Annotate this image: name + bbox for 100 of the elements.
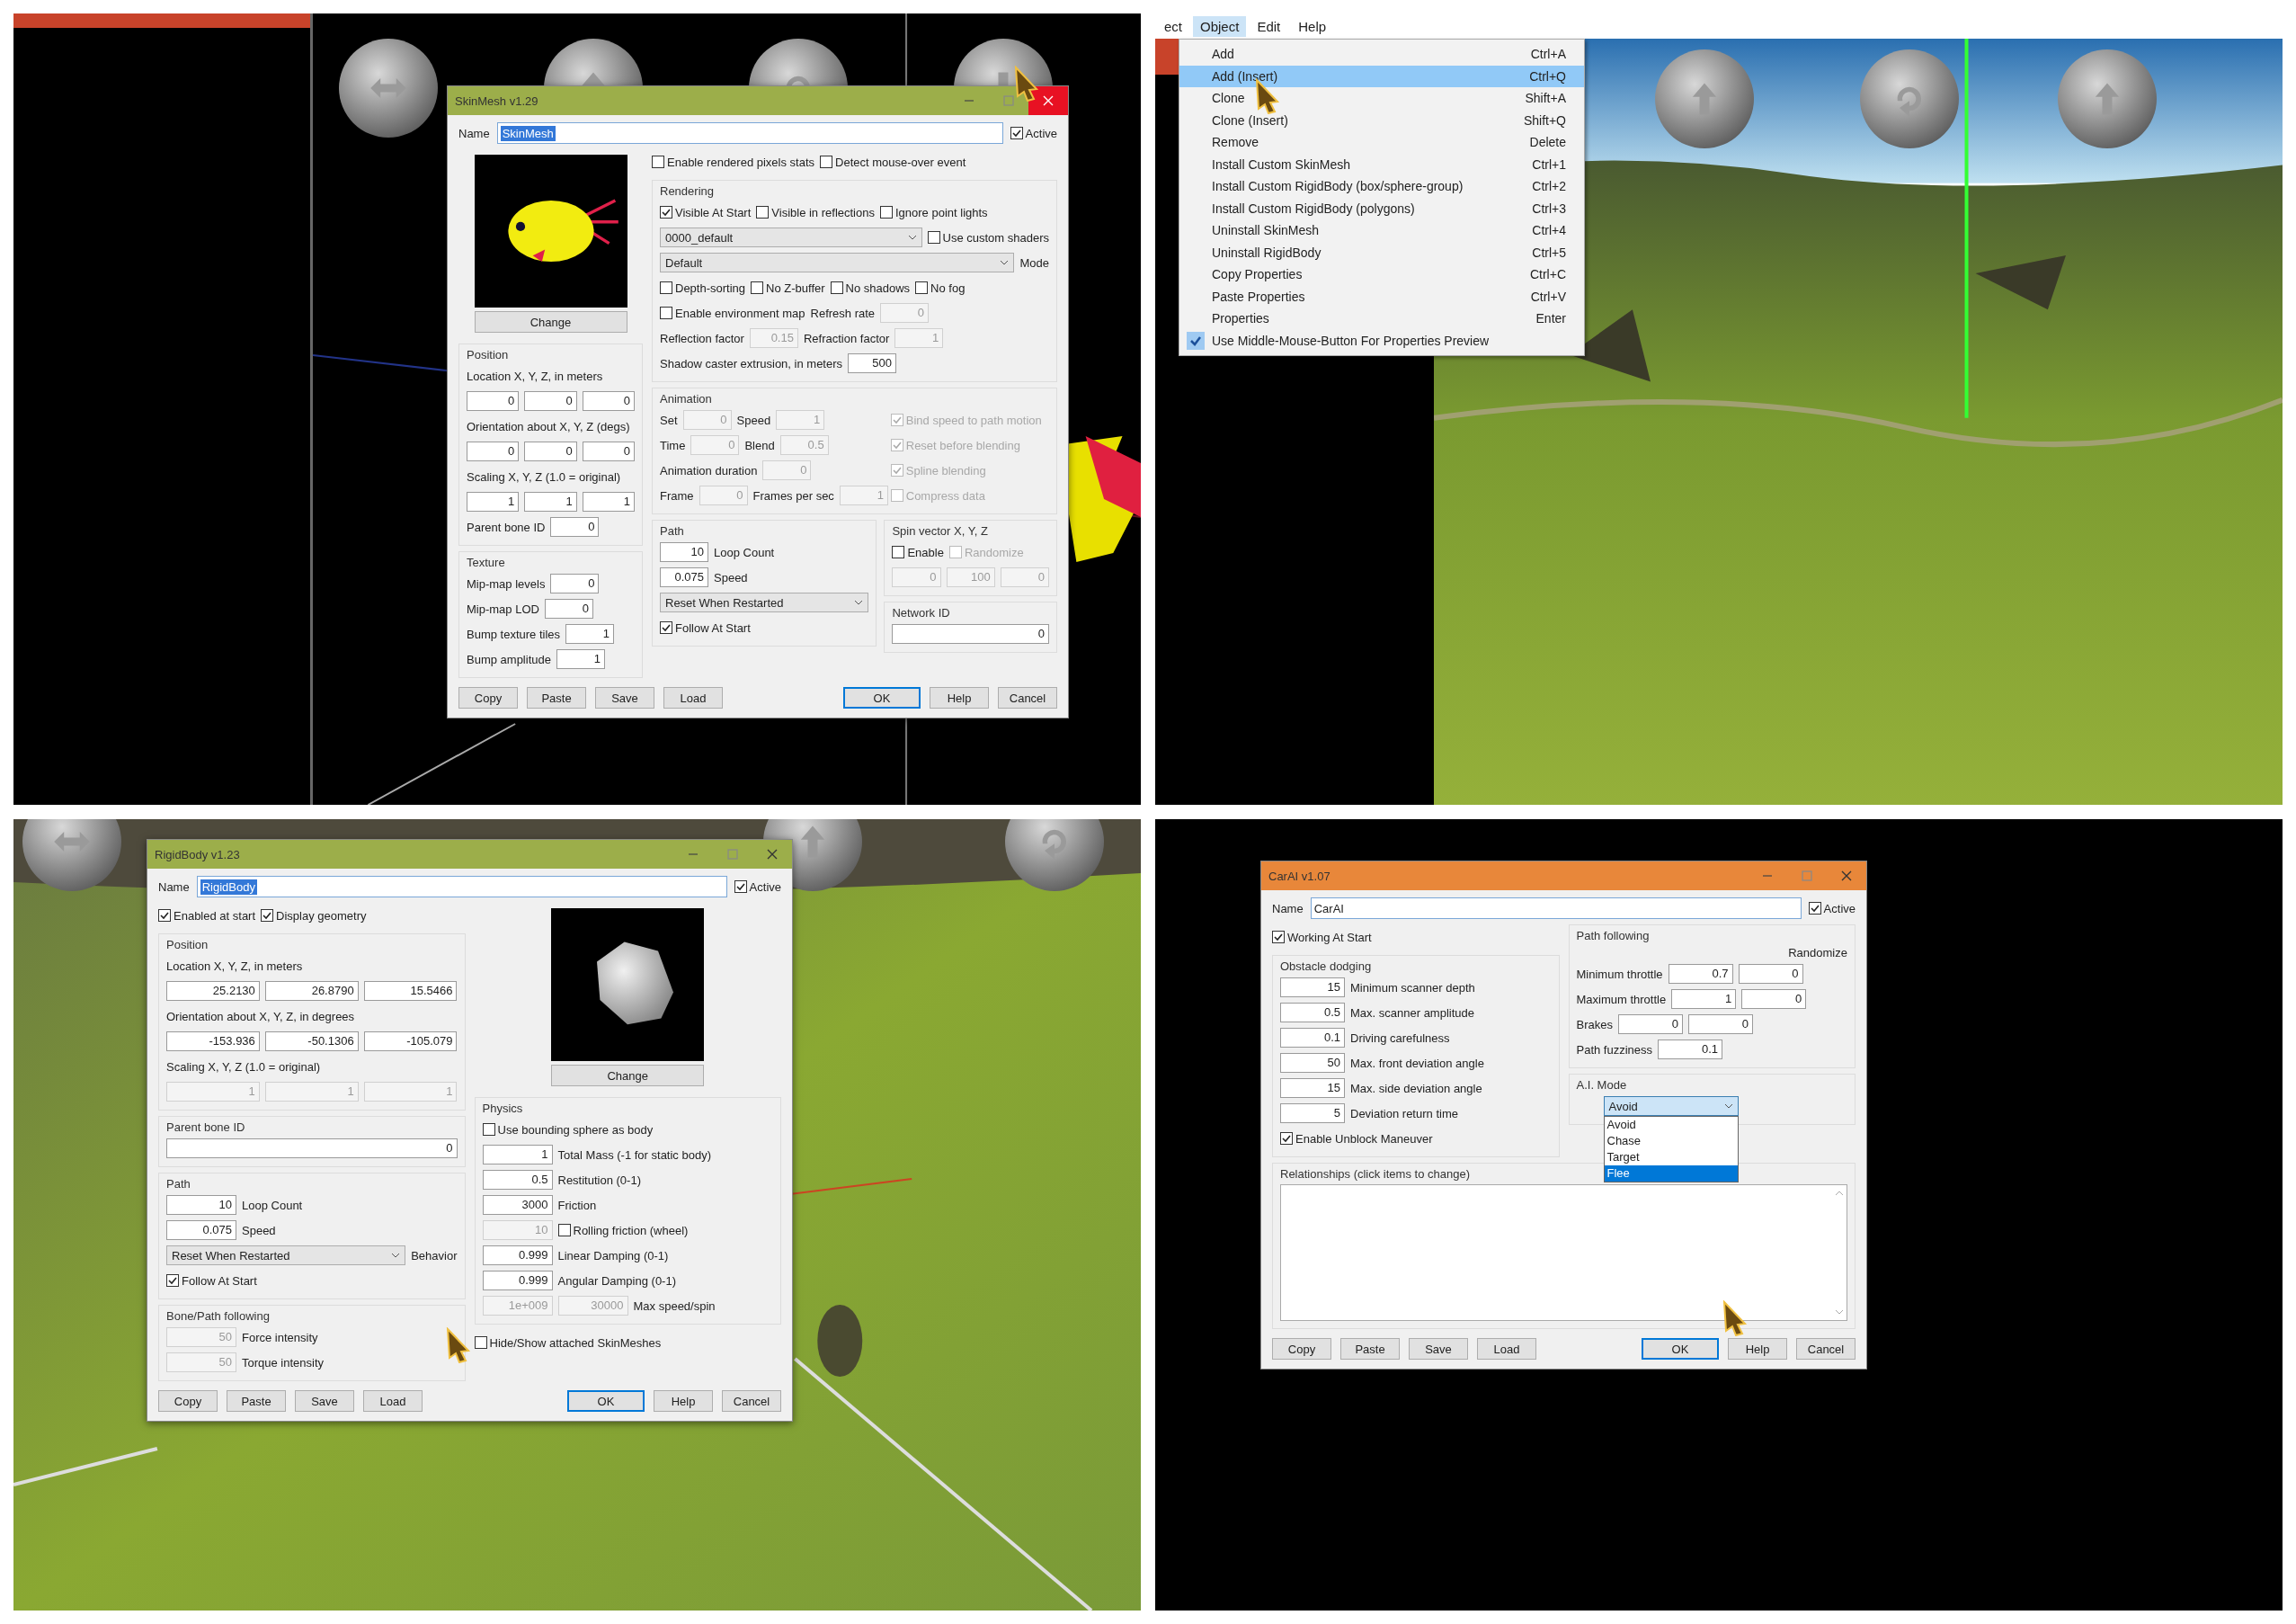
dialog-button[interactable]: Paste: [527, 687, 586, 709]
number-field[interactable]: 0.075: [166, 1220, 236, 1240]
number-field[interactable]: 15.5466: [363, 981, 458, 1001]
menu-item[interactable]: Clone (Insert) Shift+Q: [1179, 109, 1584, 131]
dropdown-option[interactable]: Avoid: [1604, 1117, 1738, 1133]
number-field[interactable]: 1: [565, 624, 615, 644]
checkbox[interactable]: No shadows: [830, 281, 911, 295]
dialog-button[interactable]: Save: [1409, 1338, 1468, 1360]
number-field[interactable]: 1: [482, 1145, 553, 1164]
dropdown[interactable]: Reset When Restarted: [660, 593, 869, 612]
name-field[interactable]: SkinMesh: [496, 122, 1003, 144]
number-field[interactable]: 26.8790: [264, 981, 359, 1001]
number-field[interactable]: 3000: [482, 1195, 553, 1215]
dialog-button[interactable]: Help: [1728, 1338, 1787, 1360]
dialog-button[interactable]: Help: [930, 687, 989, 709]
checkbox[interactable]: Use custom shaders: [927, 230, 1049, 245]
menu-item[interactable]: Paste Properties Ctrl+V: [1179, 285, 1584, 308]
checkbox[interactable]: Follow At Start: [660, 620, 751, 635]
number-field[interactable]: 0: [550, 574, 600, 593]
checkbox[interactable]: Active: [734, 879, 781, 894]
dialog-button[interactable]: Cancel: [722, 1390, 781, 1412]
menu-item[interactable]: Uninstall RigidBody Ctrl+5: [1179, 241, 1584, 263]
number-field[interactable]: 1: [582, 492, 635, 512]
dialog-button[interactable]: OK: [1642, 1338, 1719, 1360]
number-field[interactable]: 0: [467, 391, 520, 411]
number-field[interactable]: 0.999: [482, 1245, 553, 1265]
number-field[interactable]: 0: [166, 1138, 458, 1158]
number-field[interactable]: 1: [467, 492, 520, 512]
number-field[interactable]: 0: [892, 624, 1049, 644]
menu-item[interactable]: ect: [1157, 15, 1189, 37]
dialog-button[interactable]: OK: [843, 687, 921, 709]
dropdown-option[interactable]: Chase: [1604, 1133, 1738, 1149]
dropdown[interactable]: 0000_default: [660, 228, 922, 247]
number-field[interactable]: 50: [1280, 1053, 1345, 1073]
number-field[interactable]: 15: [1280, 1078, 1345, 1098]
dialog-button[interactable]: Copy: [1272, 1338, 1331, 1360]
number-field[interactable]: 0: [524, 391, 577, 411]
menu-item[interactable]: Use Middle-Mouse-Button For Properties Preview: [1179, 329, 1584, 352]
menu-item[interactable]: Object: [1193, 15, 1247, 37]
change-button[interactable]: Change: [551, 1065, 705, 1086]
name-field[interactable]: RigidBody: [196, 876, 727, 897]
number-field[interactable]: 0.1: [1280, 1028, 1345, 1048]
number-field[interactable]: 25.2130: [166, 981, 260, 1001]
dialog-button[interactable]: Paste: [227, 1390, 286, 1412]
name-field[interactable]: CarAI: [1310, 897, 1802, 919]
number-field[interactable]: 0: [582, 391, 635, 411]
number-field[interactable]: 0: [582, 442, 635, 461]
dropdown[interactable]: Avoid: [1603, 1096, 1739, 1116]
checkbox[interactable]: Display geometry: [261, 908, 367, 923]
checkbox[interactable]: Use bounding sphere as body: [482, 1122, 654, 1137]
checkbox[interactable]: Detect mouse-over event: [820, 155, 966, 169]
number-field[interactable]: 0: [1738, 964, 1803, 984]
dialog-button[interactable]: Copy: [158, 1390, 218, 1412]
menu-item[interactable]: Clone Shift+A: [1179, 87, 1584, 110]
number-field[interactable]: 0.5: [482, 1170, 553, 1190]
number-field[interactable]: 1: [524, 492, 577, 512]
number-field[interactable]: 1: [1671, 989, 1737, 1009]
dialog-button[interactable]: Load: [663, 687, 723, 709]
number-field[interactable]: 0: [1617, 1014, 1683, 1034]
number-field[interactable]: 0.075: [660, 567, 708, 587]
number-field[interactable]: 0.7: [1668, 964, 1733, 984]
menu-item[interactable]: Install Custom RigidBody (box/sphere-group) Ctrl+2: [1179, 175, 1584, 198]
number-field[interactable]: 1: [556, 649, 605, 669]
dialog-button[interactable]: Save: [295, 1390, 354, 1412]
checkbox[interactable]: Enable environment map: [660, 306, 805, 320]
number-field[interactable]: -153.936: [166, 1031, 260, 1051]
number-field[interactable]: 0: [1741, 989, 1807, 1009]
checkbox[interactable]: Visible At Start: [660, 205, 752, 219]
number-field[interactable]: 0: [1687, 1014, 1753, 1034]
dialog-button[interactable]: Save: [595, 687, 654, 709]
menu-item[interactable]: Install Custom RigidBody (polygons) Ctrl+3: [1179, 197, 1584, 219]
checkbox[interactable]: Hide/Show attached SkinMeshes: [474, 1335, 662, 1350]
checkbox[interactable]: Ignore point lights: [879, 205, 988, 219]
dialog-button[interactable]: Load: [1477, 1338, 1536, 1360]
dialog-button[interactable]: Load: [363, 1390, 423, 1412]
menu-item[interactable]: Install Custom SkinMesh Ctrl+1: [1179, 153, 1584, 175]
checkbox[interactable]: Active: [1010, 126, 1057, 140]
number-field[interactable]: 0.5: [1280, 1003, 1345, 1022]
dialog-button[interactable]: Paste: [1340, 1338, 1400, 1360]
number-field[interactable]: -105.079: [363, 1031, 458, 1051]
checkbox[interactable]: No fog: [915, 281, 966, 295]
number-field[interactable]: 0: [524, 442, 577, 461]
checkbox[interactable]: Depth-sorting: [660, 281, 746, 295]
number-field[interactable]: 10: [166, 1195, 236, 1215]
menu-item[interactable]: Uninstall SkinMesh Ctrl+4: [1179, 219, 1584, 242]
dialog-button[interactable]: Copy: [458, 687, 518, 709]
number-field[interactable]: 5: [1280, 1103, 1345, 1123]
checkbox[interactable]: Working At Start: [1272, 930, 1372, 944]
checkbox[interactable]: Enable rendered pixels stats: [652, 155, 815, 169]
checkbox[interactable]: Visible in reflections: [756, 205, 875, 219]
number-field[interactable]: 500: [848, 353, 897, 373]
checkbox[interactable]: No Z-buffer: [751, 281, 825, 295]
menu-item[interactable]: Add Ctrl+A: [1179, 43, 1584, 66]
checkbox[interactable]: Follow At Start: [166, 1273, 257, 1288]
number-field[interactable]: 15: [1280, 977, 1345, 997]
dropdown[interactable]: Default: [660, 253, 1015, 272]
dropdown[interactable]: Reset When Restarted: [166, 1245, 406, 1265]
number-field[interactable]: 0.999: [482, 1271, 553, 1290]
checkbox[interactable]: Enabled at start: [158, 908, 256, 923]
number-field[interactable]: 0: [544, 599, 593, 619]
